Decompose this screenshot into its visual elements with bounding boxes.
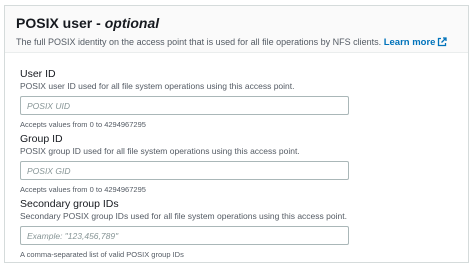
panel-title-separator: - <box>92 15 105 31</box>
user-id-label: User ID <box>20 68 56 80</box>
panel-title-optional: optional <box>104 15 160 31</box>
secondary-group-ids-field: Secondary group IDs Secondary POSIX grou… <box>20 198 349 260</box>
user-id-input[interactable] <box>20 96 349 115</box>
group-id-hint: Accepts values from 0 to 4294967295 <box>20 185 146 194</box>
group-id-label: Group ID <box>20 133 63 145</box>
secondary-group-ids-label: Secondary group IDs <box>20 198 119 210</box>
secondary-group-ids-description: Secondary POSIX group IDs used for all f… <box>20 211 347 221</box>
panel-description-text: The full POSIX identity on the access po… <box>16 37 382 47</box>
panel-header: POSIX user - optional The full POSIX ide… <box>5 6 468 53</box>
user-id-description: POSIX user ID used for all file system o… <box>20 81 295 91</box>
panel-title-text: POSIX user <box>16 15 93 31</box>
group-id-field: Group ID POSIX group ID used for all fil… <box>20 133 349 195</box>
group-id-input[interactable] <box>20 161 349 180</box>
user-id-field: User ID POSIX user ID used for all file … <box>20 68 349 130</box>
panel-description: The full POSIX identity on the access po… <box>16 36 468 51</box>
panel-title: POSIX user - optional <box>16 15 468 32</box>
posix-user-panel: POSIX user - optional The full POSIX ide… <box>4 5 469 263</box>
learn-more-link[interactable]: Learn more <box>384 37 448 48</box>
secondary-group-ids-input[interactable] <box>20 226 349 245</box>
group-id-description: POSIX group ID used for all file system … <box>20 146 300 156</box>
learn-more-label: Learn more <box>383 37 436 48</box>
user-id-hint: Accepts values from 0 to 4294967295 <box>20 120 146 129</box>
external-link-icon <box>437 37 448 51</box>
secondary-group-ids-hint: A comma-separated list of valid POSIX gr… <box>20 250 184 259</box>
